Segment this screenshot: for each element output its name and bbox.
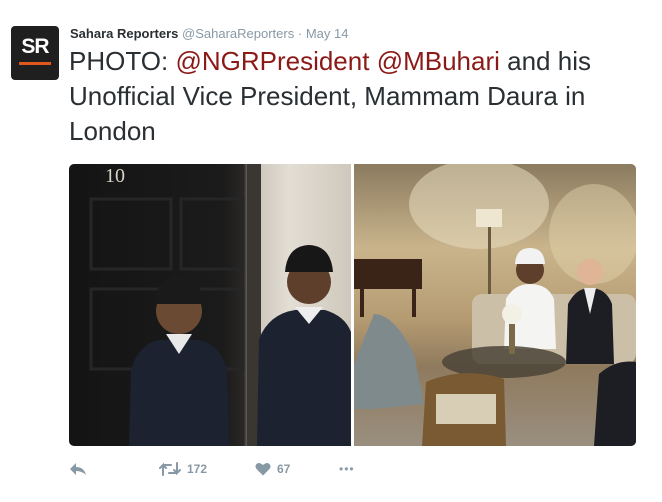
mention-mbuhari[interactable]: @MBuhari xyxy=(377,46,500,76)
more-button[interactable]: ••• xyxy=(339,458,355,480)
photo-london-meeting-image xyxy=(354,164,636,446)
like-count: 67 xyxy=(277,462,291,476)
retweet-count: 172 xyxy=(187,462,208,476)
photo-london-meeting[interactable] xyxy=(354,164,636,446)
tweet-header: Sahara Reporters @SaharaReporters · May … xyxy=(70,26,348,41)
tweet-text-space xyxy=(369,46,376,76)
tweet-media: 10 xyxy=(69,164,636,446)
more-icon: ••• xyxy=(339,462,355,476)
account-name[interactable]: Sahara Reporters xyxy=(70,26,178,41)
avatar-logo-bar xyxy=(19,62,51,65)
photo-downing-street-image: 10 xyxy=(89,164,351,446)
account-handle[interactable]: @SaharaReporters xyxy=(182,26,294,41)
photo-downing-street[interactable]: 10 xyxy=(69,164,351,446)
mention-ngrpresident[interactable]: @NGRPresident xyxy=(175,46,369,76)
retweet-button[interactable]: 172 xyxy=(159,458,207,480)
like-button[interactable]: 67 xyxy=(255,458,290,480)
door-number: 10 xyxy=(105,165,125,187)
heart-icon xyxy=(255,462,271,476)
avatar[interactable]: SR xyxy=(11,26,59,80)
reply-icon xyxy=(70,463,86,475)
avatar-logo-text: SR xyxy=(21,35,49,58)
reply-button[interactable] xyxy=(69,458,87,480)
retweet-icon xyxy=(159,462,181,476)
header-separator: · xyxy=(297,26,303,41)
tweet-date[interactable]: May 14 xyxy=(306,26,349,41)
tweet-text: PHOTO: @NGRPresident @MBuhari and his Un… xyxy=(69,44,649,149)
tweet-text-part1: PHOTO: xyxy=(69,46,176,76)
